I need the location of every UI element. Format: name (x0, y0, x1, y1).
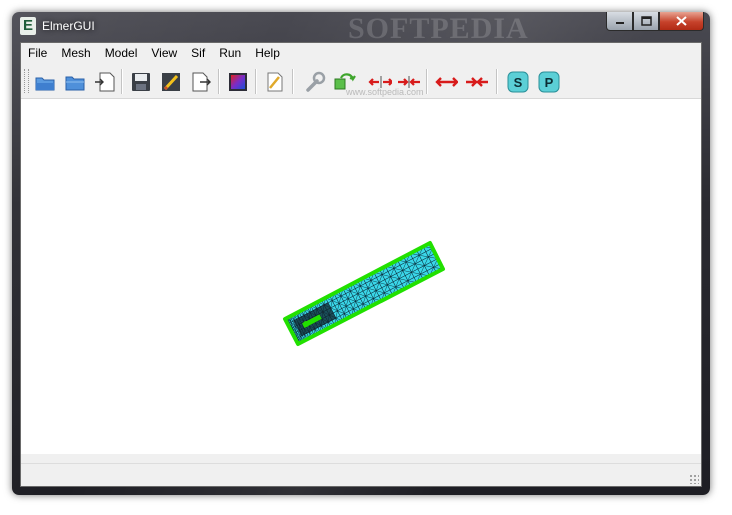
toolbar-separator (292, 69, 294, 94)
remesh-icon (334, 73, 356, 90)
watermark: SOFTPEDIA (348, 12, 529, 45)
mesh-view (283, 241, 445, 346)
mesh-viewport[interactable] (21, 99, 701, 454)
save-icon (132, 73, 150, 91)
toolbar-separator (255, 69, 257, 94)
colormap-icon (229, 73, 247, 91)
unify-surface-icon (398, 76, 420, 88)
resize-grip-icon[interactable] (689, 474, 699, 484)
status-bar (21, 463, 701, 486)
divide-surface-button[interactable] (368, 70, 392, 94)
menu-model[interactable]: Model (98, 43, 145, 63)
colormap-button[interactable] (226, 70, 250, 94)
menu-mesh[interactable]: Mesh (54, 43, 97, 63)
edit-icon (267, 72, 283, 92)
open-file-icon (65, 76, 85, 91)
maximize-icon (640, 16, 652, 26)
load-mesh-button[interactable] (93, 70, 117, 94)
svg-text:S: S (514, 75, 523, 90)
toolbar-separator (496, 69, 498, 94)
menu-help[interactable]: Help (248, 43, 287, 63)
open-project-icon (35, 77, 55, 91)
toolbar-grip[interactable] (24, 69, 29, 93)
start-solver-button[interactable]: S (506, 70, 530, 94)
elmer-e-icon[interactable]: E (20, 17, 36, 35)
open-project-button[interactable] (33, 70, 57, 94)
edit-sif-button[interactable] (159, 70, 183, 94)
edit-button[interactable] (263, 70, 287, 94)
toolbar-separator (121, 69, 123, 94)
load-mesh-icon (95, 72, 115, 92)
save-button[interactable] (129, 70, 153, 94)
menu-view[interactable]: View (144, 43, 184, 63)
minimize-icon (615, 22, 624, 24)
caption-buttons (606, 12, 704, 32)
elmergui-window: E ElmerGUI SOFTPEDIA File Mesh Model Vie… (12, 12, 710, 495)
client-area: File Mesh Model View Sif Run Help www.so… (20, 42, 702, 487)
start-postprocessor-icon: P (538, 71, 560, 93)
toolbar: www.softpedia.com S P (21, 64, 701, 99)
unify-edge-icon (466, 77, 488, 87)
hole-boundary (303, 320, 309, 327)
edit-sif-icon (162, 73, 180, 91)
toolbar-separator (218, 69, 220, 94)
unify-edge-button[interactable] (464, 70, 488, 94)
divide-edge-button[interactable] (434, 70, 458, 94)
window-title: ElmerGUI (42, 19, 95, 33)
divide-surface-icon (368, 76, 392, 88)
mesh-model (283, 241, 445, 346)
start-solver-icon: S (507, 71, 529, 93)
maximize-button[interactable] (633, 12, 659, 31)
menu-bar: File Mesh Model View Sif Run Help (21, 43, 701, 63)
divide-edge-icon (435, 77, 458, 87)
wrench-button[interactable] (303, 70, 327, 94)
title-bar[interactable]: E ElmerGUI SOFTPEDIA (12, 12, 710, 45)
export-icon (192, 72, 211, 92)
export-button[interactable] (189, 70, 213, 94)
menu-run[interactable]: Run (212, 43, 248, 63)
remesh-button[interactable] (333, 70, 357, 94)
toolbar-separator (426, 69, 428, 94)
close-button[interactable] (659, 12, 704, 31)
unify-surface-button[interactable] (396, 70, 420, 94)
close-icon (676, 16, 687, 26)
open-file-button[interactable] (63, 70, 87, 94)
menu-sif[interactable]: Sif (184, 43, 212, 63)
minimize-button[interactable] (606, 12, 633, 31)
start-postprocessor-button[interactable]: P (537, 70, 561, 94)
wrench-icon (306, 71, 326, 92)
svg-text:P: P (545, 75, 554, 90)
menu-file[interactable]: File (21, 43, 54, 63)
